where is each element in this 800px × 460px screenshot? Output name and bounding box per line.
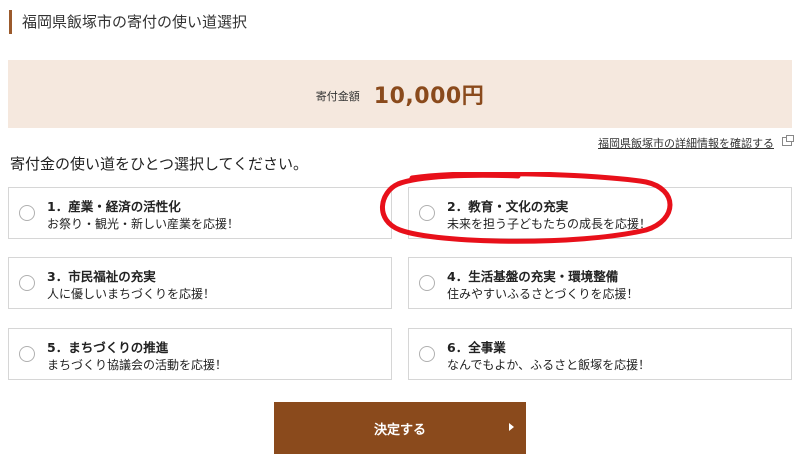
radio-button[interactable] [19,346,35,362]
option-infrastructure-environment[interactable]: 4．生活基盤の充実・環境整備 住みやすいふるさとづくりを応援！ [408,257,792,309]
submit-button-label: 決定する [373,422,426,438]
option-description: 人に優しいまちづくりを応援！ [47,287,216,301]
option-description: 未来を担う子どもたちの成長を応援！ [447,217,652,231]
donation-amount-box: 寄付金額 10,000円 [8,60,792,128]
city-detail-link-text: 福岡県飯塚市の詳細情報を確認する [598,137,774,150]
option-title: 4．生活基盤の充実・環境整備 [447,269,619,284]
city-detail-link[interactable]: 福岡県飯塚市の詳細情報を確認する [598,135,794,151]
radio-button[interactable] [19,205,35,221]
option-community-development[interactable]: 5．まちづくりの推進 まちづくり協議会の活動を応援！ [8,328,392,380]
page-title: 福岡県飯塚市の寄付の使い道選択 [9,10,247,34]
option-education-culture[interactable]: 2．教育・文化の充実 未来を担う子どもたちの成長を応援！ [408,187,792,239]
arrow-right-icon [509,423,514,431]
radio-button[interactable] [419,205,435,221]
option-description: なんでもよか、ふるさと飯塚を応援！ [447,358,651,372]
option-title: 3．市民福祉の充実 [47,269,156,284]
donation-amount-value: 10,000円 [373,84,485,109]
donation-amount-label: 寄付金額 [315,90,360,103]
option-title: 1．産業・経済の活性化 [47,199,181,214]
radio-button[interactable] [419,346,435,362]
option-all-projects[interactable]: 6．全事業 なんでもよか、ふるさと飯塚を応援！ [408,328,792,380]
option-title: 6．全事業 [447,340,506,355]
option-title: 2．教育・文化の充実 [447,199,569,214]
option-industry-economy[interactable]: 1．産業・経済の活性化 お祭り・観光・新しい産業を応援！ [8,187,392,239]
radio-button[interactable] [419,275,435,291]
option-description: お祭り・観光・新しい産業を応援！ [47,217,240,231]
instruction-text: 寄付金の使い道をひとつ選択してください。 [10,155,309,173]
option-description: 住みやすいふるさとづくりを応援！ [447,287,639,301]
option-description: まちづくり協議会の活動を応援！ [47,358,228,372]
option-title: 5．まちづくりの推進 [47,340,169,355]
submit-button[interactable]: 決定する [274,402,526,454]
radio-button[interactable] [19,275,35,291]
external-window-icon [782,135,794,146]
option-citizen-welfare[interactable]: 3．市民福祉の充実 人に優しいまちづくりを応援！ [8,257,392,309]
